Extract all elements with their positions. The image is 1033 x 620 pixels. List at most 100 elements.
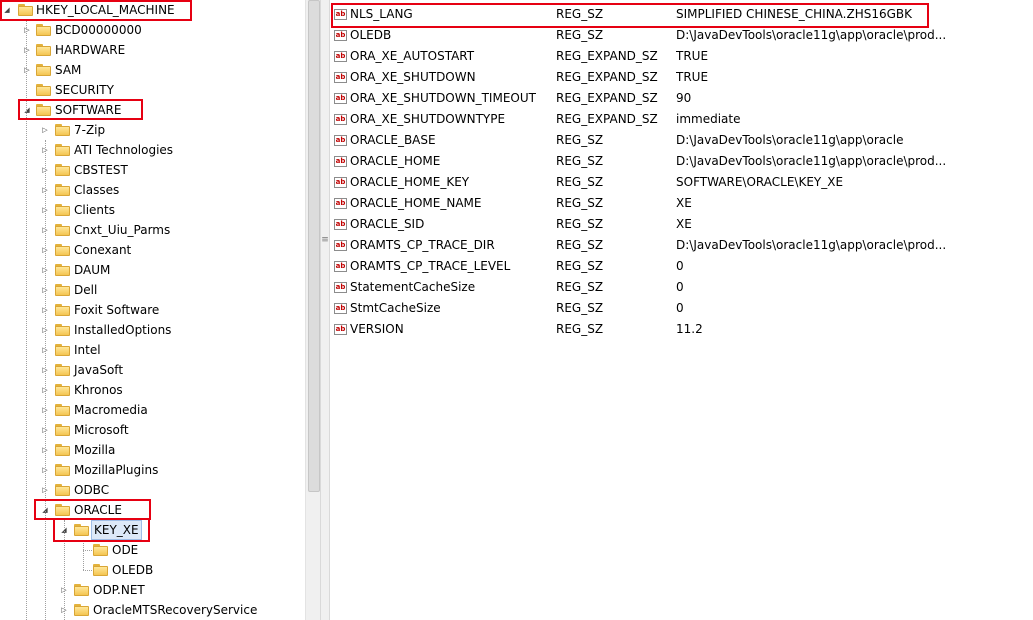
folder-icon bbox=[55, 344, 71, 356]
folder-icon bbox=[55, 224, 71, 236]
value-type: REG_SZ bbox=[556, 7, 604, 21]
value-row-oledb[interactable]: ab OLEDB REG_SZ D:\JavaDevTools\oracle11g\a… bbox=[330, 25, 1020, 46]
folder-icon bbox=[55, 304, 71, 316]
value-data: D:\JavaDevTools\oracle11g\app\oracle\pro… bbox=[676, 154, 947, 168]
folder-icon bbox=[55, 464, 71, 476]
value-name: StatementCacheSize bbox=[350, 280, 476, 294]
value-data: TRUE bbox=[676, 70, 709, 84]
tree-node-label: ODBC bbox=[74, 483, 110, 497]
tree-guide-line bbox=[64, 520, 65, 620]
tree-scrollbar[interactable] bbox=[305, 0, 321, 620]
value-name: ORAMTS_CP_TRACE_DIR bbox=[350, 238, 495, 252]
tree-node-hardware[interactable]: ▷ HARDWARE bbox=[0, 40, 305, 60]
value-name: ORACLE_BASE bbox=[350, 133, 436, 147]
tree-scroll-thumb[interactable] bbox=[308, 0, 320, 492]
tree-node-hklm[interactable]: ◢ HKEY_LOCAL_MACHINE bbox=[0, 0, 305, 20]
expand-arrow-icon[interactable]: ▷ bbox=[40, 120, 50, 140]
collapse-arrow-icon[interactable]: ◢ bbox=[2, 0, 12, 20]
value-row-oracle-home-key[interactable]: ab ORACLE_HOME_KEY REG_SZ SOFTWARE\ORACLE\K… bbox=[330, 172, 1020, 193]
tree-node-label: Intel bbox=[74, 343, 101, 357]
value-row-oramts-cp-trace-level[interactable]: ab ORAMTS_CP_TRACE_LEVEL REG_SZ 0 bbox=[330, 256, 1020, 277]
value-type: REG_SZ bbox=[556, 280, 604, 294]
collapse-arrow-icon[interactable]: ◢ bbox=[22, 100, 32, 120]
tree-node-label: HARDWARE bbox=[55, 43, 126, 57]
tree-node-software[interactable]: ◢ SOFTWARE bbox=[0, 100, 305, 120]
folder-icon bbox=[55, 164, 71, 176]
folder-icon bbox=[55, 384, 71, 396]
value-row-stmtcachesize[interactable]: ab StmtCacheSize REG_SZ 0 bbox=[330, 298, 1020, 319]
tree-node-label: SECURITY bbox=[55, 83, 114, 97]
folder-icon bbox=[55, 124, 71, 136]
value-type: REG_EXPAND_SZ bbox=[556, 112, 658, 126]
value-row-nls-lang[interactable]: ab NLS_LANG REG_SZ SIMPLIFIED CHINESE_CHINA… bbox=[330, 4, 1020, 25]
splitter-grip-icon: ≡ bbox=[321, 235, 329, 245]
folder-icon bbox=[93, 564, 109, 576]
tree-node-bcd00000000[interactable]: ▷ BCD00000000 bbox=[0, 20, 305, 40]
tree-node-label: CBSTEST bbox=[74, 163, 128, 177]
value-type: REG_EXPAND_SZ bbox=[556, 70, 658, 84]
value-data: 11.2 bbox=[676, 322, 703, 336]
value-row-ora-xe-autostart[interactable]: ab ORA_XE_AUTOSTART REG_EXPAND_SZ TRUE bbox=[330, 46, 1020, 67]
tree-node-label: OLEDB bbox=[112, 563, 154, 577]
value-name: VERSION bbox=[350, 322, 404, 336]
tree-node-label: OracleMTSRecoveryService bbox=[93, 603, 258, 617]
folder-icon bbox=[55, 184, 71, 196]
value-name: NLS_LANG bbox=[350, 7, 413, 21]
registry-key-tree[interactable]: ◢ HKEY_LOCAL_MACHINE ▷ BCD00000000 ▷ HARDWARE… bbox=[0, 0, 305, 620]
tree-node-7-zip[interactable]: ▷ 7-Zip bbox=[0, 120, 305, 140]
tree-node-label: HKEY_LOCAL_MACHINE bbox=[36, 3, 175, 17]
tree-node-label: BCD00000000 bbox=[55, 23, 142, 37]
expand-arrow-icon[interactable]: ▷ bbox=[22, 20, 32, 40]
value-row-ora-xe-shutdown-timeout[interactable]: ab ORA_XE_SHUTDOWN_TIMEOUT REG_EXPAND_SZ 90 bbox=[330, 88, 1020, 109]
pane-splitter[interactable]: ≡ bbox=[320, 0, 330, 620]
value-data: 0 bbox=[676, 280, 684, 294]
value-data: 90 bbox=[676, 91, 692, 105]
string-value-icon: ab bbox=[334, 9, 347, 20]
value-row-version[interactable]: ab VERSION REG_SZ 11.2 bbox=[330, 319, 1020, 340]
value-row-oracle-home-name[interactable]: ab ORACLE_HOME_NAME REG_SZ XE bbox=[330, 193, 1020, 214]
tree-node-label: ATI Technologies bbox=[74, 143, 174, 157]
value-row-statementcachesize[interactable]: ab StatementCacheSize REG_SZ 0 bbox=[330, 277, 1020, 298]
value-type: REG_SZ bbox=[556, 175, 604, 189]
tree-node-label: Macromedia bbox=[74, 403, 148, 417]
value-row-oramts-cp-trace-dir[interactable]: ab ORAMTS_CP_TRACE_DIR REG_SZ D:\JavaDevToo… bbox=[330, 235, 1020, 256]
tree-node-label: SAM bbox=[55, 63, 82, 77]
expand-arrow-icon[interactable]: ▷ bbox=[22, 60, 32, 80]
value-row-ora-xe-shutdowntype[interactable]: ab ORA_XE_SHUTDOWNTYPE REG_EXPAND_SZ immedi… bbox=[330, 109, 1020, 130]
value-data: SOFTWARE\ORACLE\KEY_XE bbox=[676, 175, 844, 189]
folder-icon bbox=[55, 324, 71, 336]
string-value-icon: ab bbox=[334, 51, 347, 62]
tree-node-label: ODE bbox=[112, 543, 139, 557]
folder-icon bbox=[74, 524, 90, 536]
tree-node-label: 7-Zip bbox=[74, 123, 106, 137]
registry-values-list[interactable]: ab NLS_LANG REG_SZ SIMPLIFIED CHINESE_CHINA… bbox=[330, 0, 1033, 620]
value-type: REG_SZ bbox=[556, 217, 604, 231]
value-type: REG_SZ bbox=[556, 133, 604, 147]
folder-icon bbox=[36, 84, 52, 96]
expand-arrow-icon[interactable]: ▷ bbox=[22, 40, 32, 60]
tree-node-label: Foxit Software bbox=[74, 303, 160, 317]
tree-node-label: ODP.NET bbox=[93, 583, 145, 597]
value-row-ora-xe-shutdown[interactable]: ab ORA_XE_SHUTDOWN REG_EXPAND_SZ TRUE bbox=[330, 67, 1020, 88]
tree-node-label: InstalledOptions bbox=[74, 323, 172, 337]
value-row-oracle-sid[interactable]: ab ORACLE_SID REG_SZ XE bbox=[330, 214, 1020, 235]
string-value-icon: ab bbox=[334, 240, 347, 251]
folder-icon bbox=[18, 4, 34, 16]
string-value-icon: ab bbox=[334, 219, 347, 230]
tree-node-label: ORACLE bbox=[74, 503, 122, 517]
value-row-oracle-home[interactable]: ab ORACLE_HOME REG_SZ D:\JavaDevTools\oracl… bbox=[330, 151, 1020, 172]
tree-node-security[interactable]: SECURITY bbox=[0, 80, 305, 100]
value-name: ORACLE_HOME bbox=[350, 154, 441, 168]
folder-icon bbox=[74, 584, 90, 596]
tree-node-label: Microsoft bbox=[74, 423, 129, 437]
tree-node-label: JavaSoft bbox=[74, 363, 124, 377]
tree-node-label: Mozilla bbox=[74, 443, 116, 457]
tree-node-label: Clients bbox=[74, 203, 115, 217]
tree-node-sam[interactable]: ▷ SAM bbox=[0, 60, 305, 80]
value-data: SIMPLIFIED CHINESE_CHINA.ZHS16GBK bbox=[676, 7, 913, 21]
string-value-icon: ab bbox=[334, 156, 347, 167]
value-row-oracle-base[interactable]: ab ORACLE_BASE REG_SZ D:\JavaDevTools\oracl… bbox=[330, 130, 1020, 151]
folder-icon bbox=[74, 604, 90, 616]
tree-guide-line bbox=[83, 540, 84, 570]
value-data: 0 bbox=[676, 259, 684, 273]
